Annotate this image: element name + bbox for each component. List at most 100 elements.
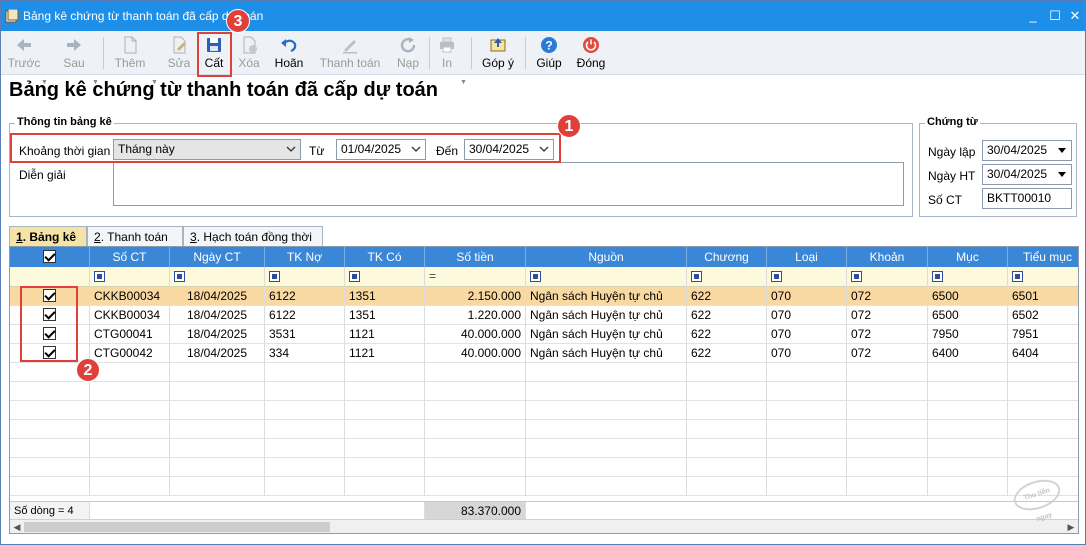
cell-tk-no[interactable]: 334 [265, 344, 345, 363]
header-select-all[interactable] [10, 247, 90, 267]
add-button[interactable]: Thêm [111, 33, 149, 73]
empty-cell[interactable] [847, 458, 928, 477]
empty-cell[interactable] [425, 401, 526, 420]
cell-chuong[interactable]: 622 [687, 306, 767, 325]
minimize-button[interactable]: _ [1025, 8, 1041, 24]
cell-tk-no[interactable]: 3531 [265, 325, 345, 344]
tab-thanh-toan[interactable]: 2. Thanh toán [87, 226, 183, 246]
empty-cell[interactable] [345, 363, 425, 382]
empty-cell[interactable] [526, 420, 687, 439]
prev-button[interactable]: Trước [7, 33, 41, 73]
empty-cell[interactable] [767, 477, 847, 496]
empty-cell[interactable] [526, 439, 687, 458]
cell-loai[interactable]: 070 [767, 306, 847, 325]
cell-loai[interactable]: 070 [767, 287, 847, 306]
empty-cell[interactable] [170, 363, 265, 382]
cell-khoan[interactable]: 072 [847, 344, 928, 363]
table-row[interactable]: CKKB00034 18/04/2025 6122 1351 1.220.000… [10, 306, 1078, 325]
empty-cell[interactable] [687, 458, 767, 477]
empty-cell[interactable] [170, 420, 265, 439]
empty-cell[interactable] [847, 477, 928, 496]
scroll-left-icon[interactable]: ◀ [10, 520, 24, 533]
empty-cell[interactable] [928, 382, 1008, 401]
empty-row[interactable] [10, 363, 1078, 382]
delete-button[interactable]: Xóa [233, 33, 265, 73]
feedback-button[interactable]: Góp ý [479, 33, 517, 73]
empty-cell[interactable] [265, 439, 345, 458]
empty-row[interactable] [10, 420, 1078, 439]
empty-cell[interactable] [1008, 382, 1078, 401]
empty-cell[interactable] [767, 439, 847, 458]
col-header[interactable]: Ngày CT [170, 247, 265, 267]
empty-cell[interactable] [90, 477, 170, 496]
cell-muc[interactable]: 6400 [928, 344, 1008, 363]
empty-cell[interactable] [687, 439, 767, 458]
cell-tieu-muc[interactable]: 6404 [1008, 344, 1078, 363]
empty-cell[interactable] [265, 382, 345, 401]
empty-cell[interactable] [345, 477, 425, 496]
empty-cell[interactable] [1008, 420, 1078, 439]
cell-khoan[interactable]: 072 [847, 325, 928, 344]
empty-cell[interactable] [90, 382, 170, 401]
cell-so-ct[interactable]: CTG00041 [90, 325, 170, 344]
filter-icon[interactable] [269, 271, 280, 282]
scroll-thumb[interactable] [24, 522, 330, 532]
cell-tk-co[interactable]: 1351 [345, 306, 425, 325]
cell-ngay-ct[interactable]: 18/04/2025 [170, 325, 265, 344]
cell-so-tien[interactable]: 40.000.000 [425, 344, 526, 363]
cell-ngay-ct[interactable]: 18/04/2025 [170, 344, 265, 363]
cell-tk-no[interactable]: 6122 [265, 306, 345, 325]
empty-cell[interactable] [345, 420, 425, 439]
empty-cell[interactable] [425, 420, 526, 439]
empty-cell[interactable] [847, 363, 928, 382]
cell-so-ct[interactable]: CTG00042 [90, 344, 170, 363]
empty-cell[interactable] [928, 401, 1008, 420]
cell-tieu-muc[interactable]: 7951 [1008, 325, 1078, 344]
cell-muc[interactable]: 7950 [928, 325, 1008, 344]
empty-cell[interactable] [10, 458, 90, 477]
undo-button[interactable]: Hoãn [269, 33, 309, 73]
empty-cell[interactable] [345, 382, 425, 401]
empty-cell[interactable] [526, 363, 687, 382]
empty-cell[interactable] [767, 363, 847, 382]
col-header[interactable]: Khoản [847, 247, 928, 267]
print-button[interactable]: In [433, 33, 461, 73]
empty-row[interactable] [10, 401, 1078, 420]
maximize-button[interactable]: ☐ [1047, 8, 1063, 24]
empty-cell[interactable] [265, 458, 345, 477]
filter-icon[interactable] [530, 271, 541, 282]
cell-so-tien[interactable]: 1.220.000 [425, 306, 526, 325]
print-dropdown-icon[interactable]: ▼ [460, 79, 467, 86]
empty-cell[interactable] [170, 477, 265, 496]
filter-cell[interactable] [1008, 267, 1078, 287]
filter-cell[interactable] [345, 267, 425, 287]
empty-cell[interactable] [1008, 401, 1078, 420]
filter-cell[interactable] [847, 267, 928, 287]
table-row[interactable]: CTG00042 18/04/2025 334 1121 40.000.000 … [10, 344, 1078, 363]
empty-cell[interactable] [847, 382, 928, 401]
empty-cell[interactable] [687, 401, 767, 420]
horizontal-scrollbar[interactable]: ◀ ▶ [10, 519, 1078, 533]
filter-icon[interactable] [349, 271, 360, 282]
empty-cell[interactable] [1008, 439, 1078, 458]
empty-cell[interactable] [767, 382, 847, 401]
filter-cell[interactable] [90, 267, 170, 287]
cell-nguon[interactable]: Ngân sách Huyện tự chủ [526, 306, 687, 325]
empty-cell[interactable] [265, 477, 345, 496]
filter-cell[interactable] [687, 267, 767, 287]
empty-cell[interactable] [425, 439, 526, 458]
next-button[interactable]: Sau [57, 33, 91, 73]
equals-filter-icon[interactable]: = [429, 269, 436, 283]
empty-cell[interactable] [928, 363, 1008, 382]
empty-cell[interactable] [928, 458, 1008, 477]
empty-cell[interactable] [10, 382, 90, 401]
empty-cell[interactable] [687, 363, 767, 382]
cell-chuong[interactable]: 622 [687, 344, 767, 363]
empty-cell[interactable] [170, 401, 265, 420]
cell-tieu-muc[interactable]: 6501 [1008, 287, 1078, 306]
post-date-picker[interactable]: 30/04/2025 [982, 164, 1072, 185]
empty-cell[interactable] [847, 439, 928, 458]
empty-cell[interactable] [90, 420, 170, 439]
entry-date-picker[interactable]: 30/04/2025 [982, 140, 1072, 161]
cell-muc[interactable]: 6500 [928, 306, 1008, 325]
